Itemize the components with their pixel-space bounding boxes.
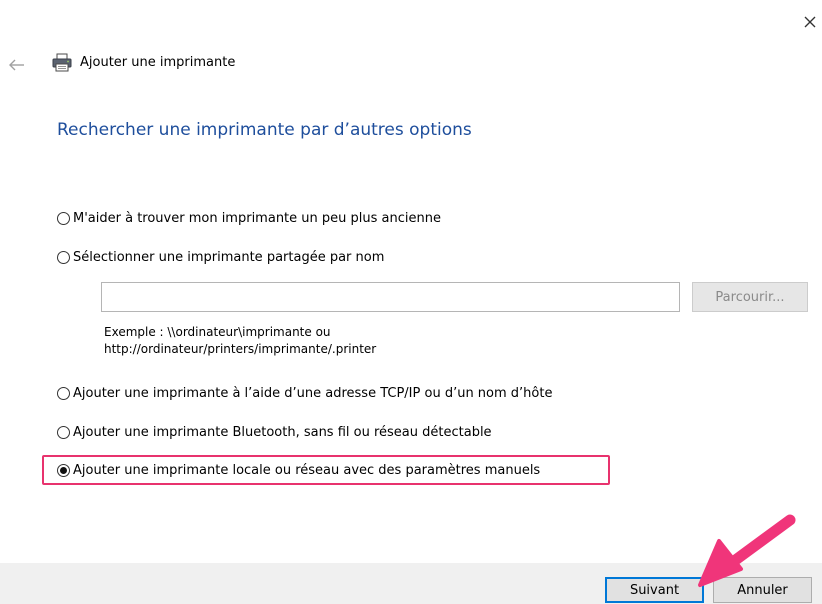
option-label: Sélectionner une imprimante partagée par… [73,249,385,265]
window-title: Ajouter une imprimante [80,55,236,70]
example-text: Exemple : \\ordinateur\imprimante ou htt… [104,324,376,358]
option-find-older-printer[interactable]: M'aider à trouver mon imprimante un peu … [57,209,441,227]
add-printer-dialog: Ajouter une imprimante Rechercher une im… [0,0,822,604]
browse-button[interactable]: Parcourir... [692,282,808,312]
next-button[interactable]: Suivant [605,577,704,603]
option-tcpip-address[interactable]: Ajouter une imprimante à l’aide d’une ad… [57,384,552,402]
example-line-1: Exemple : \\ordinateur\imprimante ou [104,325,331,339]
highlight-annotation [42,455,610,485]
page-heading: Rechercher une imprimante par d’autres o… [57,120,472,140]
radio-button[interactable] [57,211,70,225]
cancel-button[interactable]: Annuler [713,577,812,603]
option-label: Ajouter une imprimante Bluetooth, sans f… [73,424,492,440]
shared-printer-name-input[interactable] [101,282,680,312]
radio-button[interactable] [57,425,70,439]
close-icon[interactable] [802,14,818,30]
option-bluetooth-wireless[interactable]: Ajouter une imprimante Bluetooth, sans f… [57,423,492,441]
back-arrow-icon[interactable] [8,56,26,71]
option-label: Ajouter une imprimante à l’aide d’une ad… [73,385,553,401]
option-label: M'aider à trouver mon imprimante un peu … [73,210,441,226]
radio-button[interactable] [57,250,70,264]
example-line-2: http://ordinateur/printers/imprimante/.p… [104,342,377,356]
printer-icon [51,53,73,73]
radio-button[interactable] [57,386,70,400]
option-shared-printer-by-name[interactable]: Sélectionner une imprimante partagée par… [57,248,384,266]
